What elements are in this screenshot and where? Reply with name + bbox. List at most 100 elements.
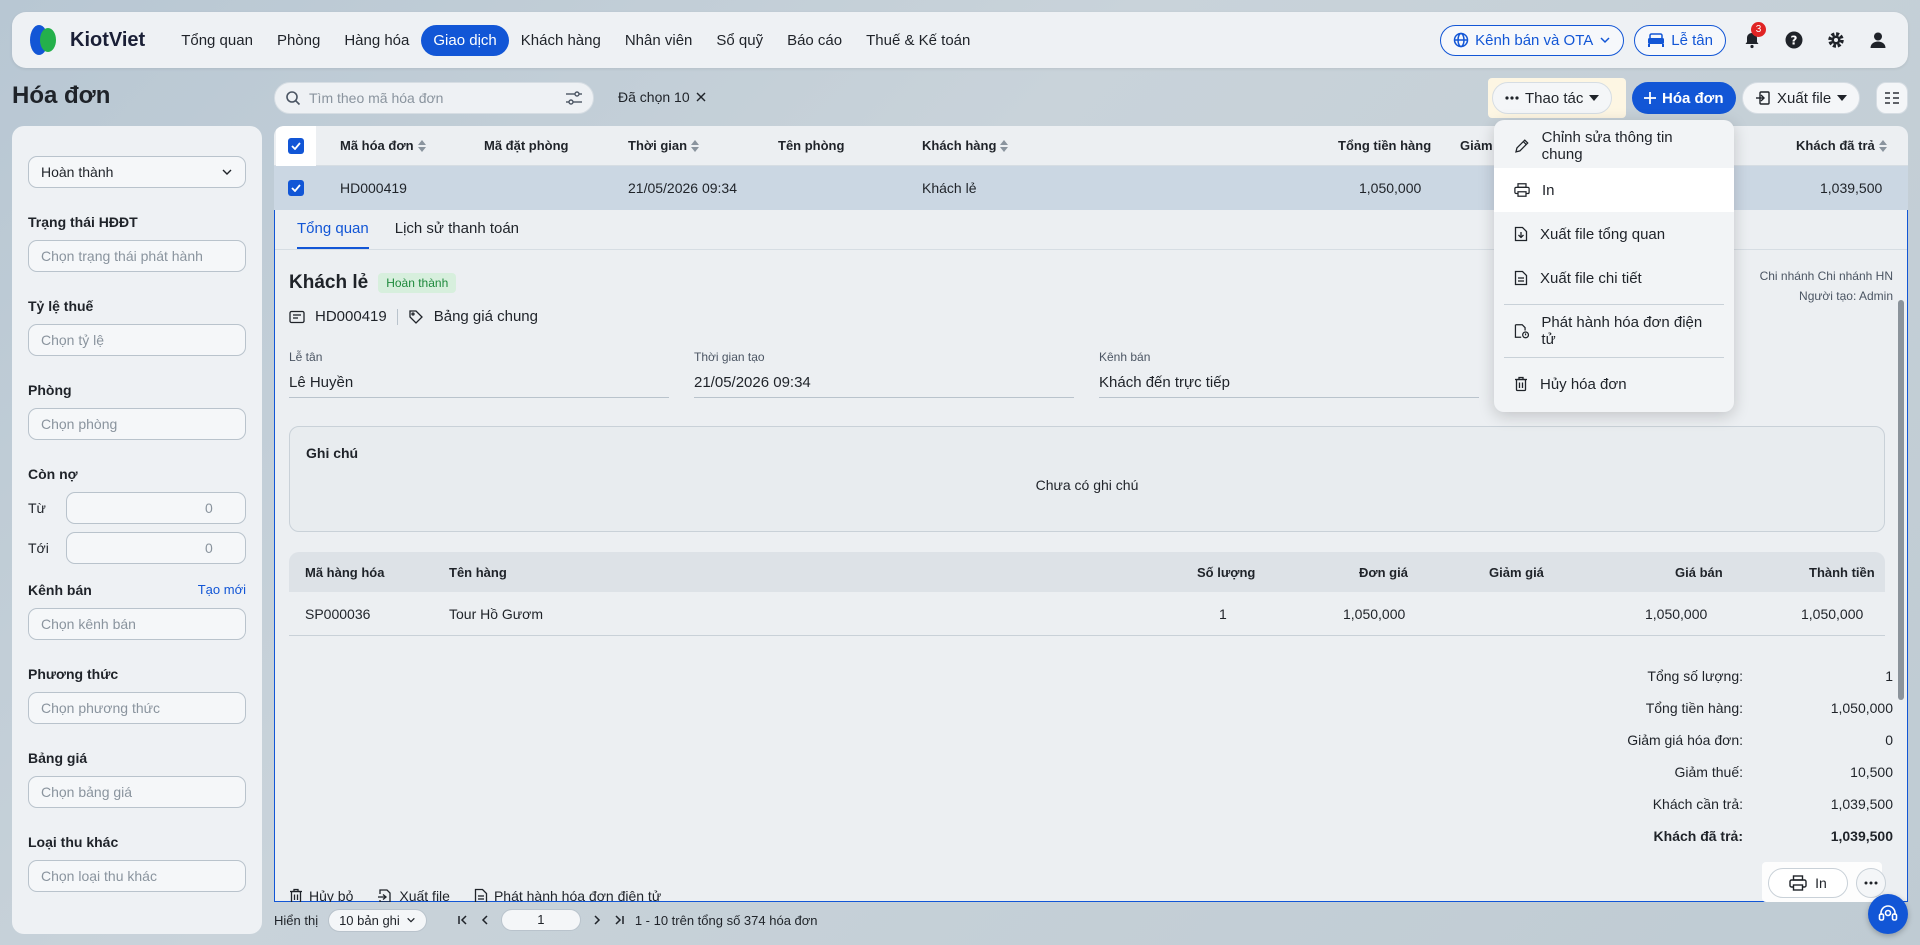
page-size-select[interactable]: 10 bản ghi xyxy=(328,908,427,932)
note-box[interactable]: Ghi chú Chưa có ghi chú xyxy=(289,426,1885,532)
note-empty-text: Chưa có ghi chú xyxy=(1035,477,1139,493)
help-icon: ? xyxy=(1785,31,1803,49)
list-item[interactable]: SP000036 Tour Hồ Gươm 1 1,050,000 1,050,… xyxy=(289,592,1885,636)
select-all-checkbox[interactable] xyxy=(288,138,304,154)
nav-item-bao-cao[interactable]: Báo cáo xyxy=(775,25,854,56)
tab-overview[interactable]: Tổng quan xyxy=(297,210,369,249)
tax-reduction-value: 10,500 xyxy=(1850,764,1893,780)
prev-page-icon[interactable] xyxy=(479,914,491,926)
filter-sliders-icon[interactable] xyxy=(565,90,583,106)
search-input[interactable] xyxy=(309,90,557,106)
nav-item-tong-quan[interactable]: Tổng quan xyxy=(169,25,265,56)
page-number-input[interactable]: 1 xyxy=(500,909,581,931)
menu-item-cancel-invoice[interactable]: Hủy hóa đơn xyxy=(1494,362,1734,406)
header-time[interactable]: Thời gian xyxy=(628,138,700,153)
items-header-discount: Giảm giá xyxy=(1489,564,1544,580)
nav-item-nhan-vien[interactable]: Nhân viên xyxy=(613,25,705,56)
debt-to-input[interactable]: 0 xyxy=(66,532,246,564)
sales-channel-label-text: Kênh bán xyxy=(28,582,92,598)
tax-rate-select[interactable]: Chọn tỷ lệ xyxy=(28,324,246,356)
help-button[interactable]: ? xyxy=(1778,24,1810,56)
gear-icon xyxy=(1828,32,1844,48)
header-discount: Giảm xyxy=(1460,138,1493,153)
file-detail-icon xyxy=(1514,270,1528,286)
room-label-text: Phòng xyxy=(28,382,72,398)
notification-button[interactable]: 3 xyxy=(1736,22,1768,56)
tab-payment-history[interactable]: Lịch sử thanh toán xyxy=(395,210,519,249)
last-page-icon[interactable] xyxy=(613,914,625,926)
sales-channel-placeholder: Chọn kênh bán xyxy=(41,616,136,632)
payment-method-select[interactable]: Chọn phương thức xyxy=(28,692,246,724)
header-customer[interactable]: Khách hàng xyxy=(922,138,1009,153)
menu-item-export-detail[interactable]: Xuất file chi tiết xyxy=(1494,256,1734,300)
other-income-label: Loại thu khác xyxy=(28,834,246,850)
support-headset-icon xyxy=(1878,905,1898,921)
actions-button[interactable]: Thao tác xyxy=(1492,82,1613,114)
meta-divider xyxy=(396,308,398,325)
field-sales-channel-value[interactable]: Khách đến trực tiếp xyxy=(1099,374,1479,398)
menu-item-issue-einvoice[interactable]: Phát hành hóa đơn điện tử xyxy=(1494,309,1734,353)
detail-meta: HD000419 Bảng giá chung xyxy=(289,308,538,325)
other-income-select[interactable]: Chọn loại thu khác xyxy=(28,860,246,892)
more-actions-button[interactable] xyxy=(1856,868,1886,898)
row-select-cell[interactable] xyxy=(276,168,316,208)
sales-channel-select[interactable]: Chọn kênh bán xyxy=(28,608,246,640)
nav-item-khach-hang[interactable]: Khách hàng xyxy=(509,25,613,56)
select-all-cell[interactable] xyxy=(276,126,316,166)
row-paid: 1,039,500 xyxy=(1820,180,1883,196)
export-icon xyxy=(378,889,392,902)
export-detail-button[interactable]: Xuất file xyxy=(377,888,450,902)
sort-icon xyxy=(417,139,426,152)
channel-ota-button[interactable]: Kênh bán và OTA xyxy=(1440,24,1625,56)
invoice-discount-row: Giảm giá hóa đơn: 0 xyxy=(1493,724,1893,756)
nav-item-phong[interactable]: Phòng xyxy=(265,25,332,56)
nav-item-thue-ke-toan[interactable]: Thuế & Kế toán xyxy=(854,25,982,56)
menu-item-print[interactable]: In xyxy=(1494,168,1734,212)
debt-to-label: Tới xyxy=(28,540,49,556)
sort-icon xyxy=(1878,139,1887,152)
status-select[interactable]: Hoàn thành xyxy=(28,156,246,188)
support-chat-button[interactable] xyxy=(1868,894,1908,934)
row-checkbox[interactable] xyxy=(288,180,304,196)
page-title: Hóa đơn xyxy=(12,82,111,109)
new-invoice-button[interactable]: Hóa đơn xyxy=(1632,82,1736,114)
nav-item-hang-hoa[interactable]: Hàng hóa xyxy=(332,25,421,56)
next-page-icon[interactable] xyxy=(591,914,603,926)
main-scrollbar[interactable] xyxy=(1898,300,1904,700)
header-invoice-code[interactable]: Mã hóa đơn xyxy=(340,138,426,153)
clear-selection-icon[interactable] xyxy=(696,92,706,102)
menu-item-export-overview[interactable]: Xuất file tổng quan xyxy=(1494,212,1734,256)
tax-reduction-label: Giảm thuế: xyxy=(1674,764,1743,780)
chevron-down-icon xyxy=(407,917,415,923)
print-button[interactable]: In xyxy=(1768,868,1848,898)
pricebook-select[interactable]: Chọn bảng giá xyxy=(28,776,246,808)
column-settings-button[interactable] xyxy=(1876,82,1908,114)
cancel-invoice-label: Hủy bỏ xyxy=(309,888,354,902)
first-page-icon[interactable] xyxy=(457,914,469,926)
nav-item-so-quy[interactable]: Sổ quỹ xyxy=(704,25,775,56)
field-receptionist-value[interactable]: Lê Huyền xyxy=(289,374,669,398)
header-total-label: Tổng tiền hàng xyxy=(1338,138,1432,153)
cancel-invoice-button[interactable]: Hủy bỏ xyxy=(289,888,353,902)
nav-item-giao-dich[interactable]: Giao dịch xyxy=(421,24,509,56)
export-file-button[interactable]: Xuất file xyxy=(1742,82,1861,114)
logo[interactable]: KiotViet xyxy=(26,22,145,58)
header-paid[interactable]: Khách đã trả xyxy=(1796,138,1887,153)
field-created-time-value[interactable]: 21/05/2026 09:34 xyxy=(694,374,1074,398)
settings-button[interactable] xyxy=(1820,24,1852,56)
menu-item-edit-info[interactable]: Chỉnh sửa thông tin chung xyxy=(1494,124,1734,168)
total-quantity-row: Tổng số lượng: 1 xyxy=(1493,660,1893,692)
create-channel-link[interactable]: Tạo mới xyxy=(198,582,246,598)
einvoice-status-select[interactable]: Chọn trạng thái phát hành xyxy=(28,240,246,272)
debt-to-row: Tới 0 xyxy=(28,532,246,564)
menu-item-export-overview-label: Xuất file tổng quan xyxy=(1540,225,1666,243)
amount-paid-row: Khách đã trả: 1,039,500 xyxy=(1493,820,1893,852)
debt-from-input[interactable]: 0 xyxy=(66,492,246,524)
status-select-value: Hoàn thành xyxy=(41,164,114,180)
user-avatar-button[interactable] xyxy=(1862,24,1894,56)
item-qty: 1 xyxy=(1219,605,1227,622)
einvoice-icon xyxy=(1514,324,1530,339)
issue-einvoice-button[interactable]: Phát hành hóa đơn điện tử xyxy=(474,888,661,902)
reception-button[interactable]: Lễ tân xyxy=(1634,24,1726,56)
room-select[interactable]: Chọn phòng xyxy=(28,408,246,440)
